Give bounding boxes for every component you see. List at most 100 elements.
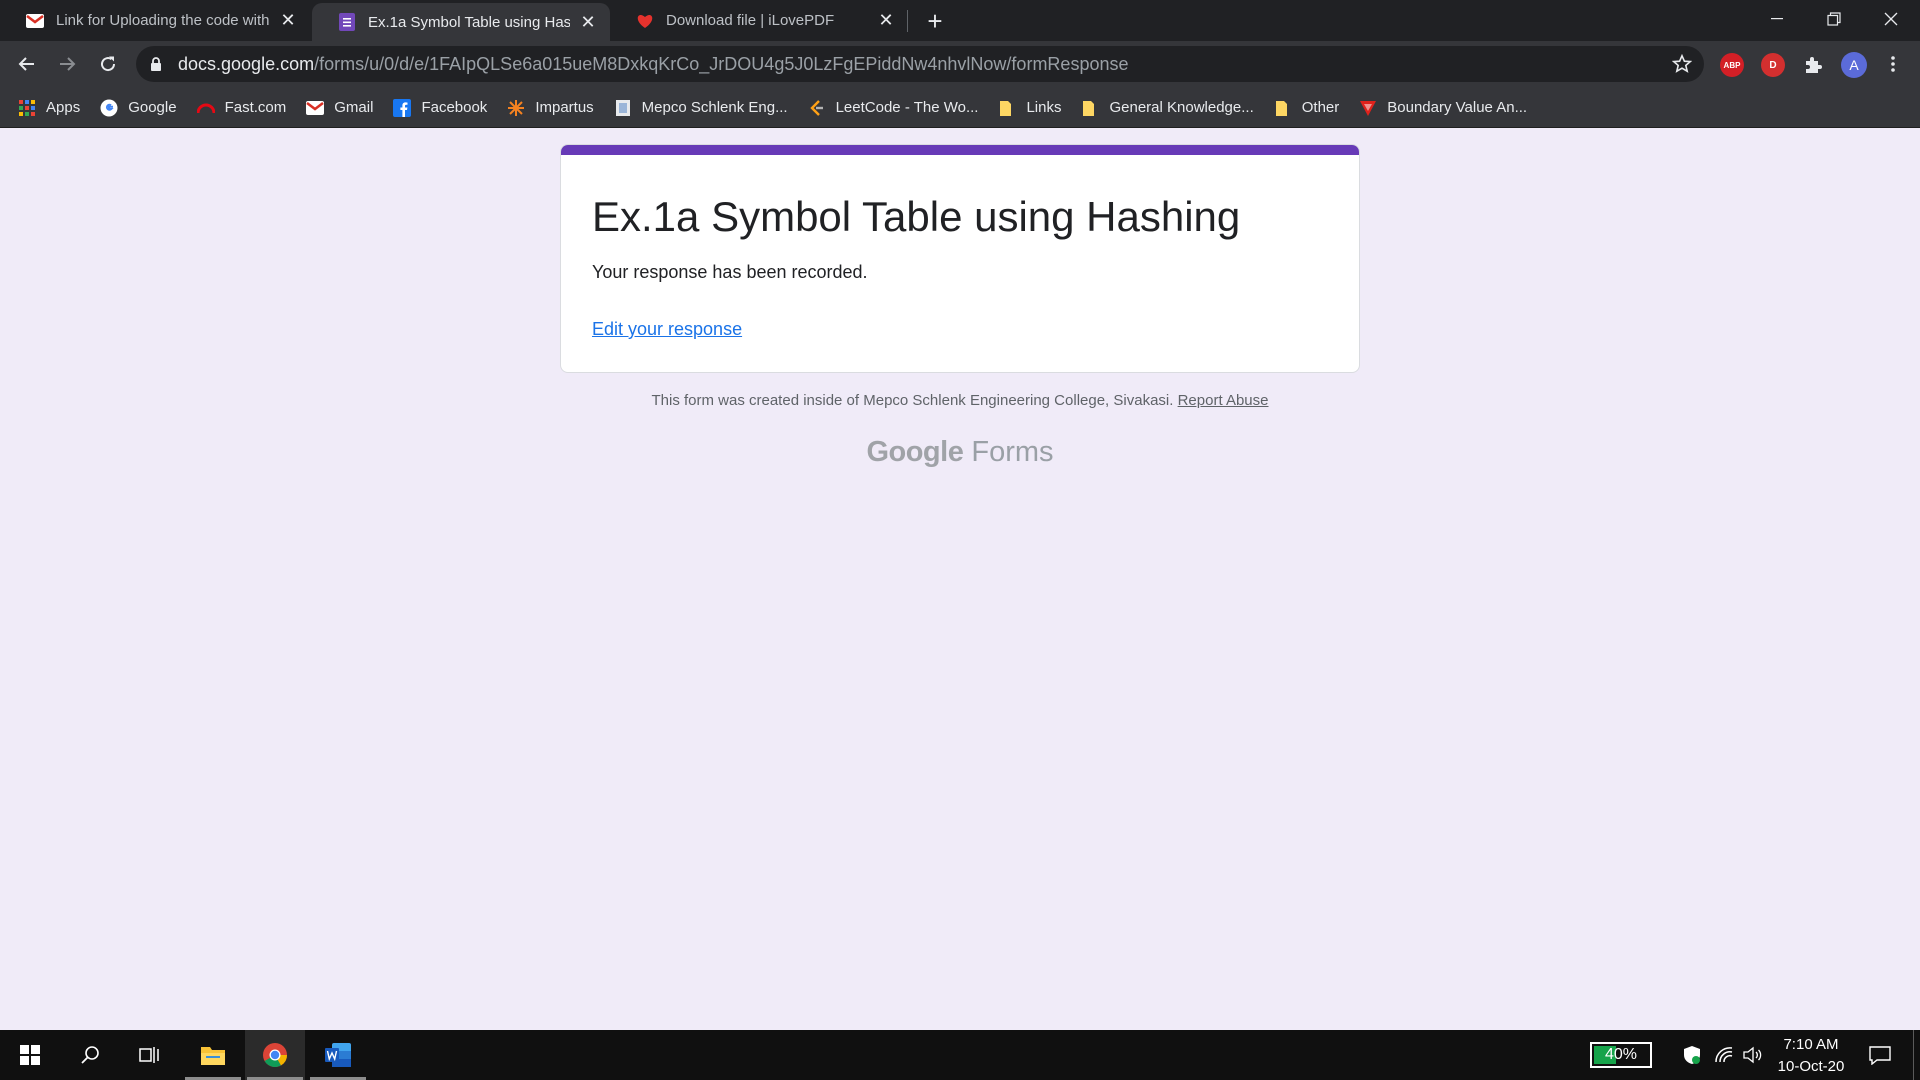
bookmark-label: Mepco Schlenk Eng... xyxy=(641,99,788,116)
more-vertical-icon xyxy=(1891,56,1895,72)
new-tab-button[interactable]: + xyxy=(920,6,950,36)
task-view-button[interactable] xyxy=(120,1030,180,1080)
tab-gmail-link[interactable]: Link for Uploading the code with ✕ xyxy=(0,0,310,41)
taskbar-clock[interactable]: 7:10 AM 10-Oct-20 xyxy=(1766,1034,1856,1078)
bookmark-gmail[interactable]: Gmail xyxy=(306,99,373,117)
browser-toolbar: docs.google.com/forms/u/0/d/e/1FAIpQLSe6… xyxy=(0,41,1920,88)
show-desktop-button[interactable] xyxy=(1913,1030,1914,1080)
response-recorded-message: Your response has been recorded. xyxy=(592,262,868,282)
facebook-icon xyxy=(393,98,412,117)
form-footer-note: This form was created inside of Mepco Sc… xyxy=(0,392,1920,409)
close-window-button[interactable] xyxy=(1863,0,1919,38)
tab-strip: Link for Uploading the code with ✕ Ex.1a… xyxy=(0,0,1920,41)
network-icon[interactable] xyxy=(1712,1043,1736,1067)
word-taskbar-button[interactable] xyxy=(308,1030,368,1080)
chrome-taskbar-button[interactable] xyxy=(245,1030,305,1080)
bookmark-fast[interactable]: Fast.com xyxy=(196,99,287,117)
notifications-icon[interactable] xyxy=(1868,1043,1892,1067)
bookmark-apps[interactable]: Apps xyxy=(18,99,80,117)
bookmark-label: Links xyxy=(1026,99,1062,116)
bookmark-folder-links[interactable]: Links xyxy=(998,99,1061,117)
bookmark-label: Facebook xyxy=(421,99,488,116)
close-tab-icon[interactable]: ✕ xyxy=(876,10,896,31)
close-tab-icon[interactable]: ✕ xyxy=(578,12,598,32)
bookmark-google[interactable]: Google xyxy=(100,99,177,117)
clock-date: 10-Oct-20 xyxy=(1777,1058,1845,1075)
windows-logo-icon xyxy=(20,1045,40,1065)
task-view-icon xyxy=(139,1047,159,1063)
leetcode-icon xyxy=(808,99,826,117)
folder-icon xyxy=(998,99,1016,117)
reload-icon xyxy=(101,56,116,72)
volume-icon[interactable] xyxy=(1740,1043,1764,1067)
tab-separator xyxy=(907,10,908,32)
restore-button[interactable] xyxy=(1806,0,1862,38)
google-forms-logo[interactable]: Google Forms xyxy=(0,436,1920,469)
ilovepdf-icon xyxy=(636,12,654,30)
tab-title: Link for Uploading the code with xyxy=(56,12,270,29)
apps-grid-icon xyxy=(18,99,36,117)
reload-button[interactable] xyxy=(91,47,125,81)
chrome-menu-button[interactable] xyxy=(1876,47,1910,81)
bookmark-leetcode[interactable]: LeetCode - The Wo... xyxy=(808,99,979,117)
google-icon xyxy=(100,99,118,117)
bookmark-label: Apps xyxy=(46,99,81,116)
gmail-icon xyxy=(26,12,44,30)
bookmark-folder-general-knowledge[interactable]: General Knowledge... xyxy=(1081,99,1254,117)
bookmark-boundary-value[interactable]: Boundary Value An... xyxy=(1359,99,1527,117)
bookmark-label: Impartus xyxy=(535,99,594,116)
bookmark-folder-other[interactable]: Other xyxy=(1274,99,1340,117)
search-icon xyxy=(81,1046,99,1064)
forward-button[interactable] xyxy=(50,47,84,81)
tab-form[interactable]: Ex.1a Symbol Table using Hashing ✕ xyxy=(312,3,610,41)
adblock-extension-icon[interactable]: ABP xyxy=(1720,53,1744,77)
d-extension-icon[interactable]: D xyxy=(1761,53,1785,77)
forward-arrow-icon xyxy=(60,57,76,71)
bookmark-label: LeetCode - The Wo... xyxy=(835,99,979,116)
back-button[interactable] xyxy=(10,47,44,81)
folder-icon xyxy=(1274,99,1292,117)
impartus-icon xyxy=(507,99,525,117)
file-explorer-button[interactable] xyxy=(183,1030,243,1080)
profile-avatar[interactable]: A xyxy=(1841,52,1867,78)
bookmark-star-icon[interactable] xyxy=(1671,53,1693,79)
bookmark-label: General Knowledge... xyxy=(1109,99,1254,116)
fast-icon xyxy=(196,99,215,117)
windows-security-icon[interactable] xyxy=(1680,1043,1704,1067)
bookmark-facebook[interactable]: Facebook xyxy=(393,98,488,117)
report-abuse-link[interactable]: Report Abuse xyxy=(1178,392,1269,409)
lock-icon xyxy=(150,56,166,72)
close-tab-icon[interactable]: ✕ xyxy=(278,10,298,31)
logo-forms-text: Forms xyxy=(971,436,1054,468)
bookmark-mepco[interactable]: Mepco Schlenk Eng... xyxy=(614,99,788,117)
tab-title: Ex.1a Symbol Table using Hashing xyxy=(368,13,570,31)
response-card: Ex.1a Symbol Table using Hashing Your re… xyxy=(560,144,1360,373)
bookmarks-bar: Apps Google Fast.com Gmail Facebook Impa… xyxy=(0,88,1920,128)
address-bar[interactable]: docs.google.com/forms/u/0/d/e/1FAIpQLSe6… xyxy=(136,46,1704,82)
edit-response-link[interactable]: Edit your response xyxy=(592,319,742,340)
folder-icon xyxy=(201,1047,225,1065)
search-button[interactable] xyxy=(60,1030,120,1080)
back-arrow-icon xyxy=(18,57,34,71)
url-path: /forms/u/0/d/e/1FAIpQLSe6a015ueM8DxkqKrC… xyxy=(314,53,1129,74)
battery-indicator[interactable]: 40% xyxy=(1590,1042,1652,1068)
clock-time: 7:10 AM xyxy=(1783,1036,1839,1053)
footer-text: This form was created inside of Mepco Sc… xyxy=(651,392,1174,409)
start-button[interactable] xyxy=(0,1030,60,1080)
bookmark-impartus[interactable]: Impartus xyxy=(507,99,594,117)
tab-title: Download file | iLovePDF xyxy=(666,12,835,29)
url-host: docs.google.com xyxy=(178,53,315,74)
chrome-icon xyxy=(263,1043,287,1068)
page-icon xyxy=(614,99,632,117)
word-icon xyxy=(325,1043,351,1067)
extensions-puzzle-icon[interactable] xyxy=(1801,53,1825,77)
logo-google-text: Google xyxy=(866,436,964,468)
minimize-button[interactable] xyxy=(1749,0,1805,38)
folder-icon xyxy=(1081,99,1099,117)
gmail-icon xyxy=(306,99,325,117)
bookmark-label: Other xyxy=(1301,99,1340,116)
bookmark-label: Fast.com xyxy=(224,99,287,116)
windows-taskbar: 40% 7:10 AM 10-Oct-20 xyxy=(0,1030,1920,1080)
tab-ilovepdf[interactable]: Download file | iLovePDF ✕ xyxy=(610,0,908,41)
form-accent-bar xyxy=(561,145,1359,155)
